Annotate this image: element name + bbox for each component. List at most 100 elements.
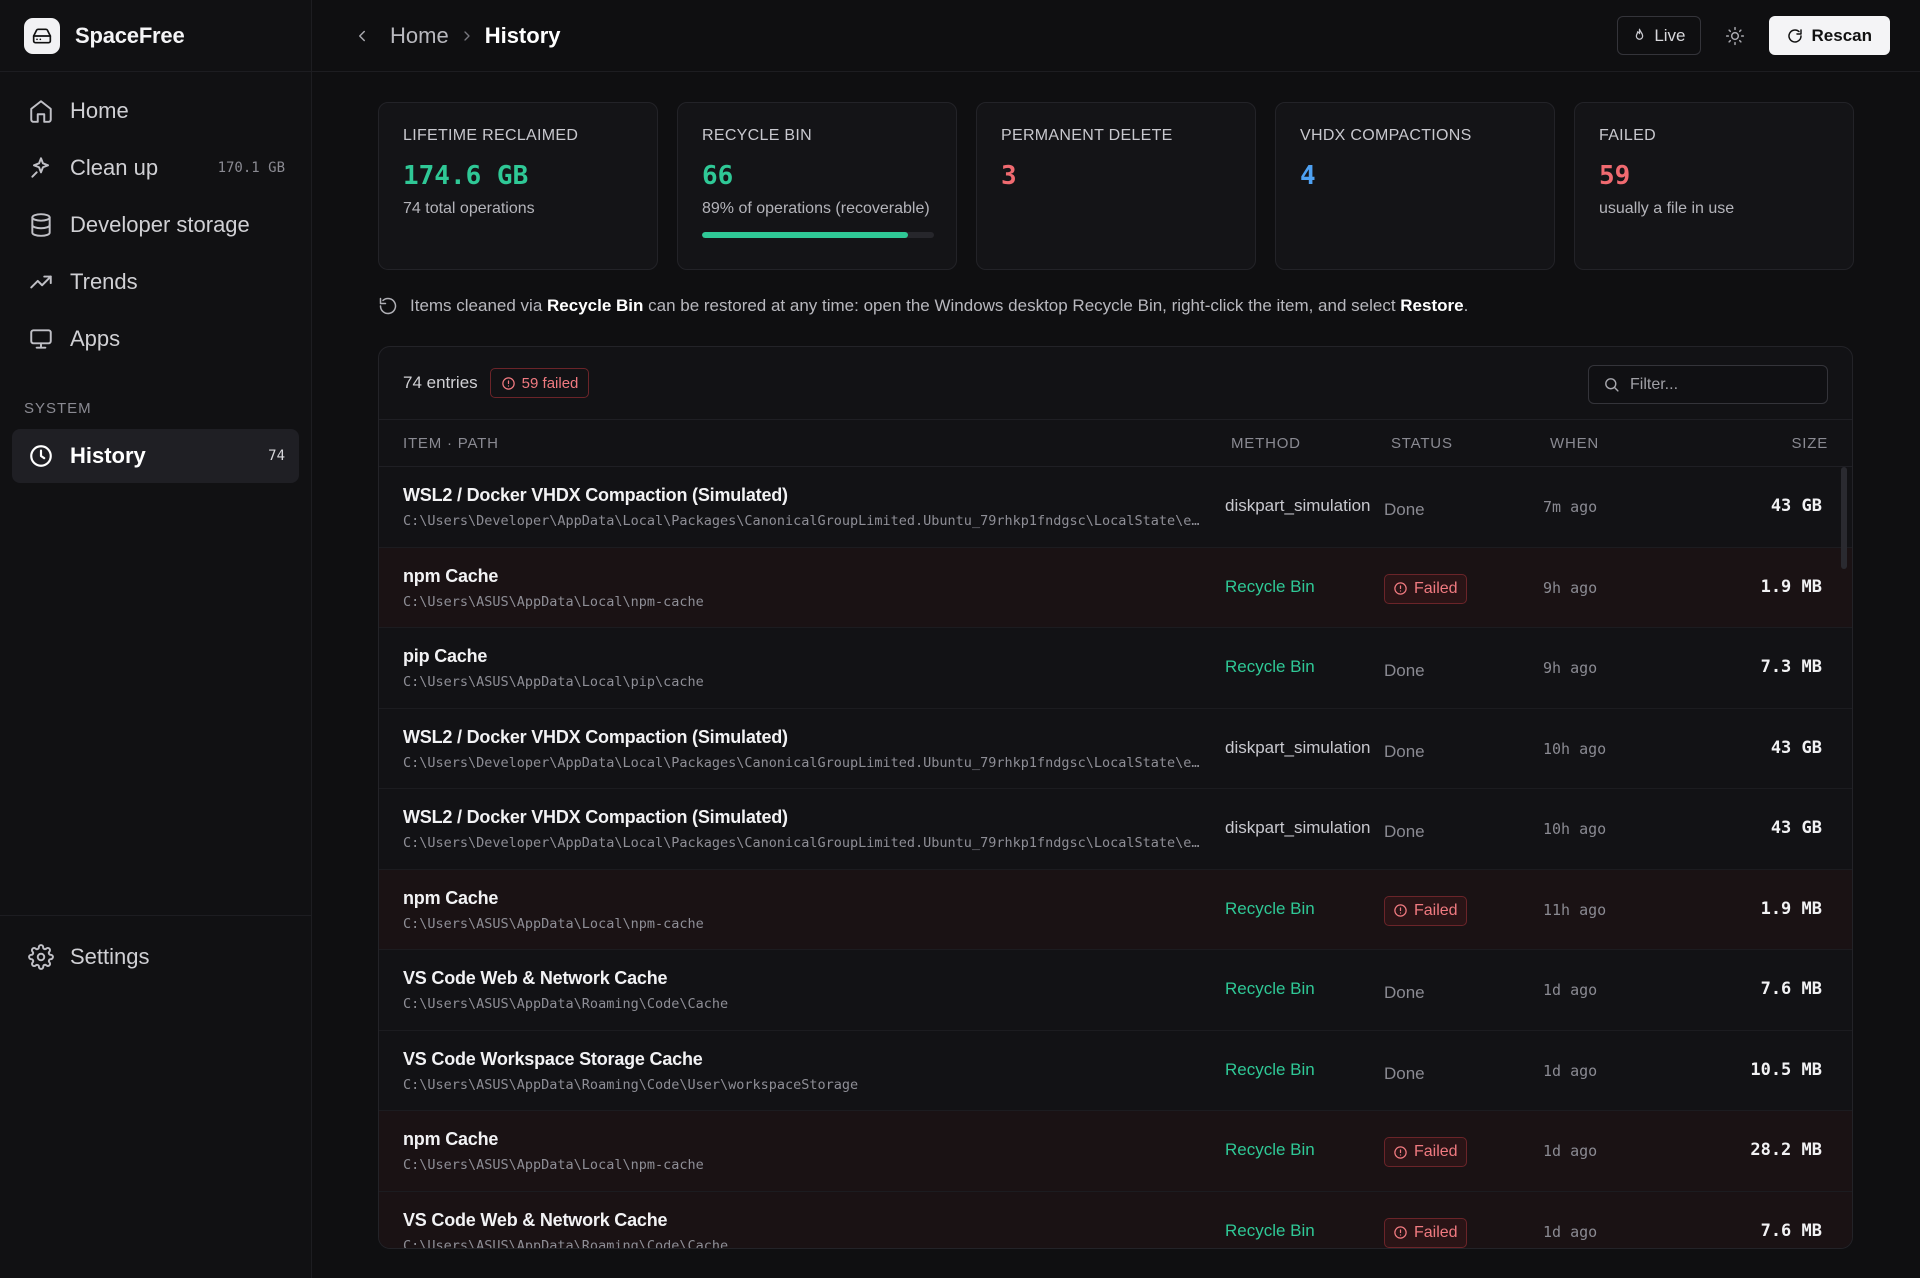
- table-row[interactable]: VS Code Workspace Storage Cache C:\Users…: [379, 1031, 1852, 1111]
- sidebar-item-settings[interactable]: Settings: [12, 930, 299, 984]
- sidebar-item-history[interactable]: History 74: [12, 429, 299, 483]
- stat-label: Recycle bin: [702, 127, 812, 144]
- recycle-progress-bar: [702, 232, 934, 238]
- row-method: Recycle Bin: [1225, 1220, 1315, 1240]
- breadcrumb-home[interactable]: Home: [390, 23, 449, 49]
- table-header: Item · Path Method Status When Size: [379, 420, 1852, 467]
- table-row[interactable]: WSL2 / Docker VHDX Compaction (Simulated…: [379, 467, 1852, 548]
- table-row[interactable]: VS Code Web & Network Cache C:\Users\ASU…: [379, 950, 1852, 1031]
- alert-circle-icon: [1394, 904, 1407, 917]
- row-size: 7.6 MB: [1760, 979, 1822, 999]
- column-header-when[interactable]: When: [1550, 435, 1599, 452]
- stat-card-lifetime-reclaimed: Lifetime reclaimed 174.6 GB 74 total ope…: [378, 102, 658, 270]
- row-size: 7.6 MB: [1760, 1220, 1822, 1241]
- row-when: 10h ago: [1543, 820, 1607, 838]
- stat-card-recycle-bin: Recycle bin 66 89% of operations (recove…: [677, 102, 957, 270]
- row-item-path: C:\Users\Developer\AppData\Local\Package…: [403, 754, 1203, 771]
- breadcrumb-current: History: [484, 22, 561, 48]
- stat-card-failed: Failed 59 usually a file in use: [1574, 102, 1854, 270]
- status-label: Failed: [1414, 901, 1458, 919]
- row-size: 43 GB: [1770, 818, 1822, 838]
- rescan-button[interactable]: Rescan: [1768, 16, 1890, 55]
- main-nav: Home Clean up 170.1 GB Developer storage…: [0, 72, 311, 483]
- sidebar: SpaceFree Home Clean up 170.1 GB Develop…: [0, 0, 312, 1278]
- alert-circle-icon: [1394, 582, 1407, 595]
- status-badge-failed: Failed: [1384, 895, 1467, 926]
- stat-sub: usually a file in use: [1599, 200, 1735, 217]
- status-label: Failed: [1414, 579, 1458, 597]
- row-method: Recycle Bin: [1225, 1059, 1315, 1079]
- clock-icon: [30, 445, 52, 467]
- table-toolbar: 74 entries 59 failed: [379, 347, 1852, 420]
- notice-part: can be restored at any time: open the Wi…: [643, 296, 1401, 315]
- notice-bold: Restore: [1400, 296, 1464, 315]
- column-header-method[interactable]: Method: [1231, 435, 1301, 452]
- column-header-item[interactable]: Item · Path: [403, 435, 499, 452]
- column-header-size[interactable]: Size: [1791, 435, 1828, 452]
- table-row[interactable]: VS Code Web & Network Cache C:\Users\ASU…: [379, 1191, 1852, 1248]
- chevron-left-icon: [359, 30, 365, 41]
- sidebar-item-label: Home: [70, 98, 129, 123]
- row-item-name: pip Cache: [403, 646, 488, 666]
- table-body: WSL2 / Docker VHDX Compaction (Simulated…: [379, 467, 1852, 1248]
- filter-input[interactable]: [1630, 375, 1810, 394]
- table-scrollbar[interactable]: [1841, 467, 1847, 1245]
- notice-text: Items cleaned via Recycle Bin can be res…: [410, 296, 1468, 316]
- refresh-icon: [1787, 28, 1802, 43]
- sidebar-item-apps[interactable]: Apps: [12, 312, 299, 366]
- status-label: Done: [1384, 983, 1425, 1002]
- row-item-name: VS Code Web & Network Cache: [403, 968, 668, 988]
- stat-value: 3: [1001, 161, 1017, 191]
- stat-label: Failed: [1599, 127, 1656, 144]
- notice-part: .: [1463, 296, 1469, 315]
- top-actions: Live Rescan: [1617, 16, 1890, 55]
- sidebar-item-trends[interactable]: Trends: [12, 255, 299, 309]
- drive-logo-icon: [24, 17, 60, 54]
- search-icon: [1605, 378, 1619, 392]
- status-badge-failed: Failed: [1384, 573, 1467, 604]
- stat-sub: 89% of operations (recoverable): [702, 200, 930, 217]
- theme-toggle-button[interactable]: [1715, 16, 1755, 55]
- stat-label: Lifetime reclaimed: [403, 127, 579, 144]
- row-size: 1.9 MB: [1760, 576, 1822, 597]
- live-button[interactable]: Live: [1617, 16, 1701, 55]
- cleanup-size-badge: 170.1 GB: [217, 160, 285, 176]
- row-method: diskpart_simulation: [1225, 818, 1371, 837]
- brand[interactable]: SpaceFree: [0, 0, 311, 72]
- sidebar-item-clean-up[interactable]: Clean up 170.1 GB: [12, 141, 299, 195]
- failed-filter-badge[interactable]: 59 failed: [489, 368, 590, 398]
- chevron-right-icon: [459, 28, 475, 44]
- table-row[interactable]: npm Cache C:\Users\ASUS\AppData\Local\np…: [379, 869, 1852, 950]
- scrollbar-thumb[interactable]: [1841, 467, 1847, 569]
- stat-value: 4: [1300, 161, 1316, 191]
- live-label: Live: [1654, 25, 1686, 45]
- row-when: 1d ago: [1543, 1142, 1598, 1160]
- column-header-status[interactable]: Status: [1391, 435, 1453, 452]
- notice-part: Items cleaned via: [410, 296, 548, 315]
- row-when: 9h ago: [1543, 659, 1598, 677]
- failed-badge-label: 59 failed: [521, 374, 579, 392]
- row-method: diskpart_simulation: [1225, 496, 1371, 515]
- table-row[interactable]: pip Cache C:\Users\ASUS\AppData\Local\pi…: [379, 628, 1852, 709]
- status-label: Failed: [1414, 1223, 1458, 1241]
- row-size: 10.5 MB: [1750, 1059, 1822, 1080]
- status-label: Done: [1384, 741, 1425, 761]
- sidebar-item-developer-storage[interactable]: Developer storage: [12, 198, 299, 252]
- stats-row: Lifetime reclaimed 174.6 GB 74 total ope…: [378, 102, 1854, 270]
- table-row[interactable]: WSL2 / Docker VHDX Compaction (Simulated…: [379, 789, 1852, 870]
- row-item-name: VS Code Workspace Storage Cache: [403, 1048, 703, 1069]
- row-method: Recycle Bin: [1225, 1140, 1315, 1159]
- database-icon: [31, 213, 51, 237]
- topbar: Home History Live Rescan: [312, 0, 1920, 72]
- table-row[interactable]: WSL2 / Docker VHDX Compaction (Simulated…: [379, 709, 1852, 789]
- sparkle-icon: [31, 157, 50, 178]
- sidebar-item-home[interactable]: Home: [12, 84, 299, 138]
- back-button[interactable]: [352, 27, 372, 45]
- trend-icon: [30, 275, 52, 289]
- sidebar-item-label: Developer storage: [70, 212, 250, 237]
- row-item-path: C:\Users\ASUS\AppData\Local\npm-cache: [403, 915, 704, 932]
- table-row[interactable]: npm Cache C:\Users\ASUS\AppData\Local\np…: [379, 1111, 1852, 1192]
- entries-count: 74 entries: [403, 373, 478, 392]
- row-item-name: VS Code Web & Network Cache: [403, 1209, 668, 1230]
- table-row[interactable]: npm Cache C:\Users\ASUS\AppData\Local\np…: [379, 547, 1852, 628]
